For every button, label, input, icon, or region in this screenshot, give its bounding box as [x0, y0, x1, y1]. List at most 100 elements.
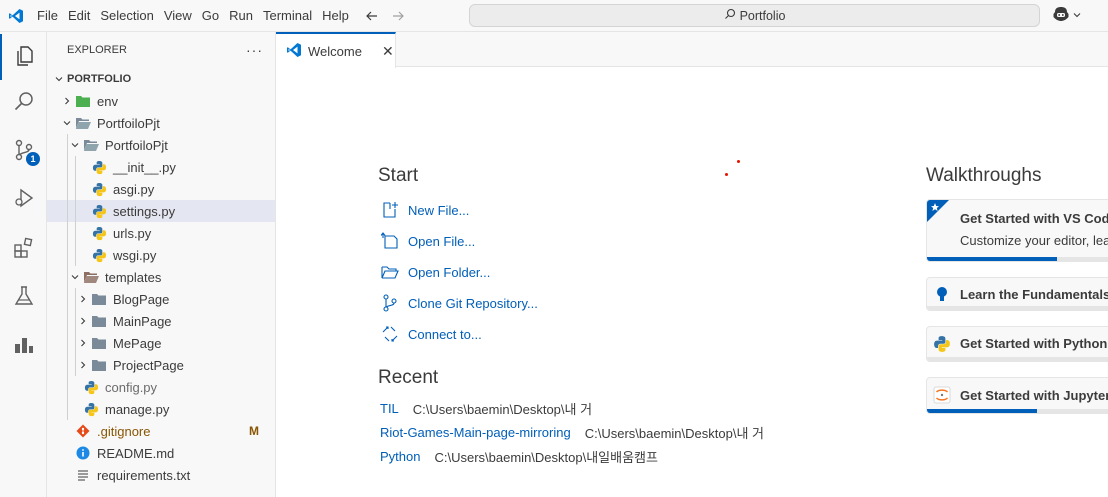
- tree-item-label: manage.py: [105, 401, 170, 417]
- indent-guide: [75, 310, 76, 332]
- folder-open-icon: [75, 115, 91, 131]
- copilot-icon: [1052, 6, 1070, 25]
- python-icon: [91, 159, 107, 175]
- recent-link-til[interactable]: TIL: [380, 401, 399, 416]
- tree-item[interactable]: wsgi.py: [47, 244, 275, 266]
- recent-path: C:\Users\baemin\Desktop\내일배움캠프: [434, 449, 658, 465]
- tree-item[interactable]: config.py: [47, 376, 275, 398]
- tree-item[interactable]: README.md: [47, 442, 275, 464]
- recent-heading: Recent: [378, 367, 439, 388]
- tree-item[interactable]: env: [47, 90, 275, 112]
- python-icon: [83, 401, 99, 417]
- open-folder-link[interactable]: Open Folder...: [380, 261, 490, 283]
- tree-item[interactable]: MainPage: [47, 310, 275, 332]
- tree-item[interactable]: BlogPage: [47, 288, 275, 310]
- menu-terminal[interactable]: Terminal: [258, 0, 317, 32]
- tree-item[interactable]: PortfoiloPjt: [47, 134, 275, 156]
- open-file-link[interactable]: Open File...: [380, 230, 475, 252]
- extensions-activity[interactable]: [0, 226, 47, 272]
- progress-track: [927, 306, 1108, 310]
- git-clone-icon: [380, 293, 400, 313]
- search-activity[interactable]: [0, 80, 47, 126]
- chevron-down-icon: [51, 71, 67, 87]
- tree-item-label: PortfoiloPjt: [97, 115, 160, 131]
- source-control-activity[interactable]: 1: [0, 128, 47, 174]
- open-folder-label: Open Folder...: [408, 264, 491, 280]
- clone-git-link[interactable]: Clone Git Repository...: [380, 292, 538, 314]
- testing-activity[interactable]: [0, 274, 47, 320]
- info-icon: [75, 445, 91, 461]
- remote-icon: [380, 324, 400, 344]
- walkthrough-vscode[interactable]: Get Started with VS Code Customize your …: [926, 199, 1108, 262]
- run-debug-activity[interactable]: [0, 176, 47, 222]
- menu-edit[interactable]: Edit: [63, 0, 95, 32]
- new-file-link[interactable]: New File...: [380, 199, 469, 221]
- walkthrough-jupyter[interactable]: Get Started with Jupyter: [926, 377, 1108, 414]
- text-file-icon: [75, 467, 91, 483]
- walkthrough-description: Customize your editor, learn the basics: [960, 233, 1108, 248]
- indent-guide: [75, 332, 76, 354]
- indent-guide: [67, 310, 68, 332]
- tree-item-label: PortfoiloPjt: [105, 137, 168, 153]
- menu-help[interactable]: Help: [317, 0, 354, 32]
- menu-bar: File Edit Selection View Go Run Terminal…: [32, 0, 354, 32]
- tree-item-label: MePage: [113, 335, 162, 351]
- command-center-search[interactable]: Portfolio: [469, 4, 1040, 27]
- recent-link-python[interactable]: Python: [380, 449, 420, 464]
- menu-selection[interactable]: Selection: [95, 0, 158, 32]
- workspace-section[interactable]: PORTFOLIO: [47, 68, 275, 90]
- forward-arrow-icon[interactable]: [388, 6, 408, 26]
- cursor-artifact-dot: [725, 173, 728, 176]
- tree-item[interactable]: .gitignore M: [47, 420, 275, 442]
- tree-item[interactable]: urls.py: [47, 222, 275, 244]
- folder-icon: [91, 291, 107, 307]
- tree-item[interactable]: settings.py: [47, 200, 275, 222]
- tree-item[interactable]: manage.py: [47, 398, 275, 420]
- workspace-root-label: PORTFOLIO: [67, 73, 132, 85]
- python-icon: [933, 335, 951, 356]
- recent-link-riot[interactable]: Riot-Games-Main-page-mirroring: [380, 425, 571, 440]
- files-icon: [13, 44, 37, 71]
- tree-item[interactable]: MePage: [47, 332, 275, 354]
- tree-item[interactable]: __init__.py: [47, 156, 275, 178]
- tree-item[interactable]: requirements.txt: [47, 464, 275, 486]
- close-icon[interactable]: ✕: [382, 43, 394, 60]
- copilot-button[interactable]: [1052, 6, 1082, 25]
- run-debug-icon: [12, 186, 36, 213]
- menu-file[interactable]: File: [32, 0, 63, 32]
- tree-item-label: README.md: [97, 445, 175, 461]
- command-center-label: Portfolio: [739, 8, 786, 23]
- tab-welcome[interactable]: Welcome ✕: [276, 32, 396, 68]
- tab-label: Welcome: [308, 43, 362, 59]
- indent-guide: [67, 134, 68, 156]
- tree-item[interactable]: asgi.py: [47, 178, 275, 200]
- more-actions-icon[interactable]: ···: [246, 42, 263, 58]
- tree-item[interactable]: ProjectPage: [47, 354, 275, 376]
- menu-go[interactable]: Go: [197, 0, 224, 32]
- tree-item[interactable]: templates: [47, 266, 275, 288]
- extensions-icon: [12, 236, 36, 263]
- indent-guide: [75, 178, 76, 200]
- new-file-label: New File...: [408, 202, 470, 218]
- chevron-right-icon: [75, 335, 91, 351]
- recent-path: C:\Users\baemin\Desktop\내 거: [412, 401, 593, 417]
- open-file-icon: [380, 231, 400, 251]
- indent-guide: [67, 354, 68, 376]
- explorer-activity[interactable]: [0, 34, 47, 80]
- tree-item[interactable]: PortfoiloPjt: [47, 112, 275, 134]
- back-arrow-icon[interactable]: [362, 6, 382, 26]
- analytics-activity[interactable]: [0, 322, 47, 368]
- menu-run[interactable]: Run: [224, 0, 258, 32]
- connect-to-link[interactable]: Connect to...: [380, 323, 482, 345]
- git-modified-badge: M: [249, 424, 259, 438]
- tree-item-label: settings.py: [113, 203, 176, 219]
- star-icon: [927, 200, 949, 222]
- vscode-logo-icon: [0, 0, 32, 32]
- walkthrough-fundamentals[interactable]: Learn the Fundamentals: [926, 277, 1108, 311]
- menu-view[interactable]: View: [159, 0, 197, 32]
- walkthrough-python[interactable]: Get Started with Python: [926, 326, 1108, 362]
